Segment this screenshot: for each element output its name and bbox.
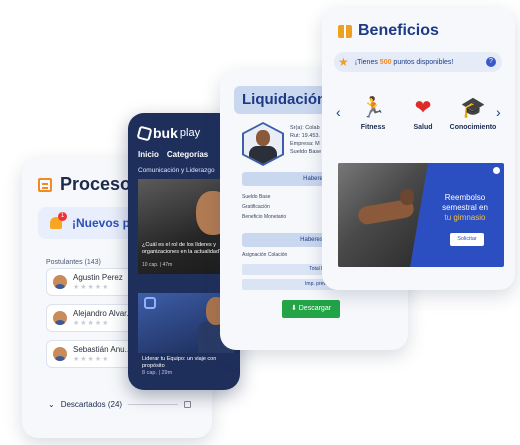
rating-stars: ★★★★★ bbox=[73, 320, 110, 327]
category-label: Salud bbox=[413, 124, 433, 131]
avatar bbox=[53, 275, 67, 289]
employee-info: Sr(a): Colab Rut: 19.453. Empresa: M Sue… bbox=[290, 124, 321, 156]
notification-badge: 1 bbox=[58, 212, 67, 221]
promo-line: Reembolso bbox=[444, 193, 486, 202]
athlete-head bbox=[400, 189, 414, 205]
star-icon: ★ bbox=[338, 55, 349, 69]
info-line: Sueldo Base bbox=[290, 149, 322, 155]
info-line: Sr(a): Colab bbox=[290, 125, 320, 131]
beneficios-card: Beneficios ★ ¡Tienes 500 puntos disponib… bbox=[322, 8, 515, 290]
logo-play-text: play bbox=[179, 127, 201, 139]
candidate-name: Sebastián Anu... bbox=[73, 345, 132, 354]
benefit-categories: 🏃 Fitness ❤ Salud 🎓 Conocimiento bbox=[348, 96, 498, 131]
row-label: Gratificación bbox=[242, 204, 270, 210]
divider bbox=[128, 404, 179, 405]
promo-highlight: tu gimnasio bbox=[444, 213, 486, 222]
solicitar-button[interactable]: Solicitar bbox=[450, 233, 484, 246]
video-meta: 8 cap. | 29m bbox=[142, 370, 173, 376]
new-text: ¡Nuevos p bbox=[72, 216, 131, 230]
marketing-collage: Proceso 1 ¡Nuevos p Postulantes (143) Ag… bbox=[0, 0, 520, 445]
logo-buk-text: buk bbox=[153, 125, 178, 141]
video-meta: 10 cap. | 47m bbox=[142, 262, 173, 268]
promo-line: semestral en bbox=[442, 203, 488, 212]
download-label: Descargar bbox=[298, 305, 332, 312]
row-label: Beneficio Monetario bbox=[242, 214, 287, 220]
points-pre: ¡Tienes bbox=[354, 58, 380, 66]
info-line: Rut: 19.453. bbox=[290, 133, 320, 139]
buk-logo-icon bbox=[144, 297, 156, 309]
row-label: Asignación Colación bbox=[242, 252, 288, 258]
bell-icon: 1 bbox=[48, 212, 67, 232]
indicator-dot bbox=[493, 167, 500, 174]
runner-icon: 🏃 bbox=[360, 97, 386, 119]
category-title: Comunicación y Liderazgo bbox=[138, 167, 215, 174]
candidate-name: Alejandro Alvar... bbox=[73, 309, 134, 318]
points-banner: ★ ¡Tienes 500 puntos disponibles! ? bbox=[334, 52, 502, 72]
chevron-down-icon: ⌄ bbox=[48, 400, 55, 409]
info-line: Empresa: M bbox=[290, 141, 320, 147]
points-text: ¡Tienes 500 puntos disponibles! bbox=[355, 59, 454, 66]
beneficios-title: Beneficios bbox=[358, 22, 439, 39]
download-icon: ⬇ bbox=[290, 305, 299, 312]
points-post: puntos disponibles! bbox=[391, 58, 454, 66]
help-icon[interactable]: ? bbox=[486, 57, 496, 67]
category-fitness[interactable]: 🏃 Fitness bbox=[348, 96, 398, 131]
row-label: Sueldo Base bbox=[242, 194, 271, 200]
download-button[interactable]: ⬇ Descargar bbox=[282, 300, 340, 318]
employee-photo bbox=[242, 122, 284, 166]
heart-icon: ❤ bbox=[414, 97, 432, 119]
category-label: Conocimiento bbox=[449, 124, 497, 131]
points-number: 500 bbox=[379, 58, 392, 66]
avatar bbox=[53, 311, 67, 325]
video-caption: Liderar tu Equipo: un viaje con propósit… bbox=[142, 356, 217, 369]
graduation-cap-icon: 🎓 bbox=[460, 97, 486, 119]
video-caption-block: Liderar tu Equipo: un viaje con propósit… bbox=[142, 356, 240, 377]
gym-promo-banner[interactable]: Reembolso semestral en tu gimnasio Solic… bbox=[338, 163, 504, 267]
checkbox[interactable] bbox=[184, 401, 192, 408]
nav-categorias[interactable]: Categorías bbox=[167, 150, 208, 159]
category-label: Fitness bbox=[360, 124, 386, 131]
descartados-toggle[interactable]: ⌄ Descartados (24) bbox=[48, 400, 192, 409]
descartados-label: Descartados (24) bbox=[60, 400, 123, 409]
list-icon bbox=[38, 177, 52, 192]
chevron-left-icon[interactable]: ‹ bbox=[336, 104, 341, 120]
nav-inicio[interactable]: Inicio bbox=[138, 150, 159, 159]
category-salud[interactable]: ❤ Salud bbox=[398, 96, 448, 131]
bukplay-logo: buk play bbox=[136, 125, 201, 141]
buk-logo-icon bbox=[136, 125, 153, 141]
avatar bbox=[53, 347, 67, 361]
proceso-title: Proceso bbox=[60, 174, 132, 194]
rating-stars: ★★★★★ bbox=[73, 284, 110, 291]
candidate-name: Agustin Perez bbox=[73, 273, 123, 282]
category-conocimiento[interactable]: 🎓 Conocimiento bbox=[448, 96, 498, 131]
bukplay-nav: Inicio Categorías bbox=[138, 150, 208, 159]
rating-stars: ★★★★★ bbox=[73, 356, 110, 363]
gift-icon bbox=[338, 24, 352, 38]
promo-text: Reembolso semestral en tu gimnasio bbox=[428, 193, 502, 223]
